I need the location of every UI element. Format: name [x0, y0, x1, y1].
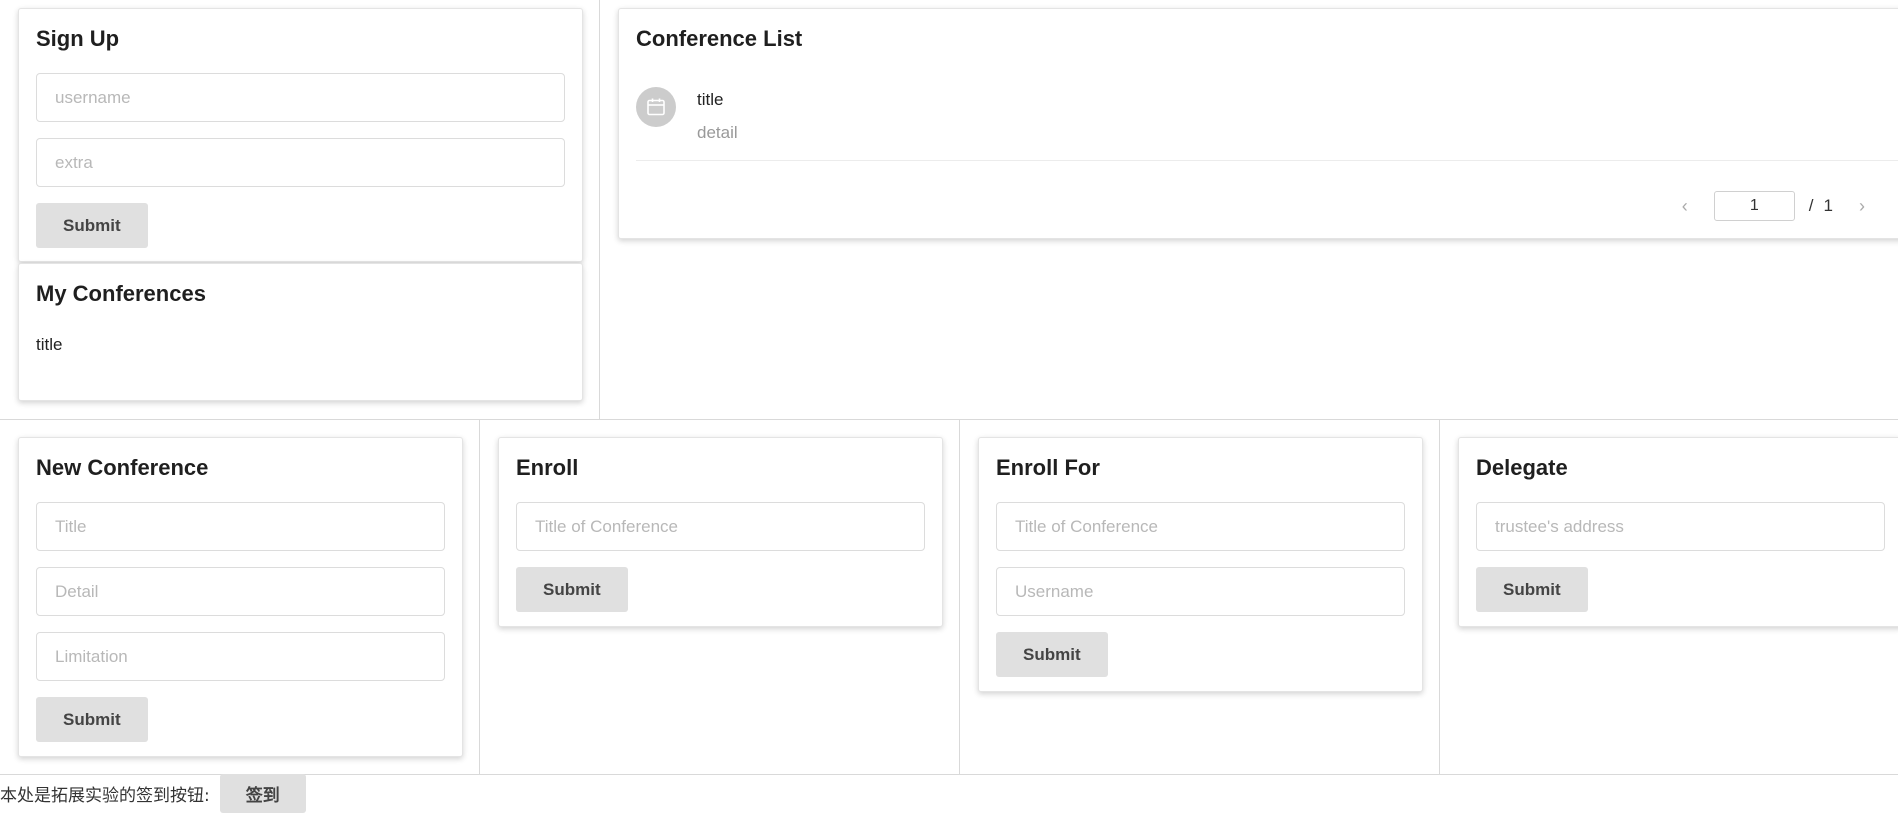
app-root: Sign Up Submit My Conferences title Conf…	[0, 0, 1898, 813]
checkin-label: 本处是拓展实验的签到按钮:	[0, 786, 210, 806]
new-conference-submit-button[interactable]: Submit	[36, 697, 148, 742]
enroll-submit-button[interactable]: Submit	[516, 567, 628, 612]
enroll-conference-input[interactable]	[516, 502, 925, 551]
enroll-title: Enroll	[516, 455, 579, 480]
enroll-for-title: Enroll For	[996, 455, 1100, 480]
signup-title: Sign Up	[36, 26, 120, 51]
enroll-for-username-input[interactable]	[996, 567, 1405, 616]
new-conference-title-input[interactable]	[36, 502, 445, 551]
chevron-left-icon[interactable]: ‹	[1670, 196, 1700, 217]
footer: 本处是拓展实验的签到按钮: 签到	[0, 774, 306, 813]
chevron-right-icon[interactable]: ›	[1847, 196, 1877, 217]
conference-item-detail: detail	[697, 123, 738, 142]
top-column-divider	[599, 0, 600, 419]
delegate-address-input[interactable]	[1476, 502, 1885, 551]
pagination: ‹ / 1 ›	[1670, 191, 1877, 221]
new-conference-title: New Conference	[36, 455, 209, 480]
signup-username-input[interactable]	[36, 73, 565, 122]
new-conference-card: New Conference Submit	[18, 437, 463, 757]
delegate-card: Delegate Submit	[1458, 437, 1898, 627]
my-conferences-title: My Conferences	[36, 281, 206, 306]
page-separator: /	[1808, 196, 1814, 215]
page-number-input[interactable]	[1713, 191, 1795, 221]
signup-submit-button[interactable]: Submit	[36, 203, 148, 248]
delegate-title: Delegate	[1476, 455, 1568, 480]
enroll-card: Enroll Submit	[498, 437, 943, 627]
conference-list-card: Conference List title detail ‹ / 1 ›	[618, 8, 1898, 239]
enroll-for-conference-input[interactable]	[996, 502, 1405, 551]
new-conference-limitation-input[interactable]	[36, 632, 445, 681]
conference-item-title: title	[697, 90, 724, 109]
calendar-icon	[636, 87, 676, 127]
bottom-column-divider-2	[959, 419, 960, 775]
bottom-column-divider-3	[1439, 419, 1440, 775]
signup-card: Sign Up Submit	[18, 8, 583, 262]
checkin-button[interactable]: 签到	[219, 774, 306, 813]
conference-item-text: title detail	[697, 87, 738, 144]
my-conference-item[interactable]: title	[36, 335, 565, 355]
enroll-for-card: Enroll For Submit	[978, 437, 1423, 692]
signup-extra-input[interactable]	[36, 138, 565, 187]
conference-list-title: Conference List	[636, 26, 803, 51]
delegate-submit-button[interactable]: Submit	[1476, 567, 1588, 612]
enroll-for-submit-button[interactable]: Submit	[996, 632, 1108, 677]
bottom-column-divider-1	[479, 419, 480, 775]
conference-list-item[interactable]: title detail	[636, 79, 1898, 161]
new-conference-detail-input[interactable]	[36, 567, 445, 616]
page-total: 1	[1823, 196, 1833, 215]
my-conferences-card: My Conferences title	[18, 263, 583, 401]
row-divider	[0, 419, 1898, 420]
